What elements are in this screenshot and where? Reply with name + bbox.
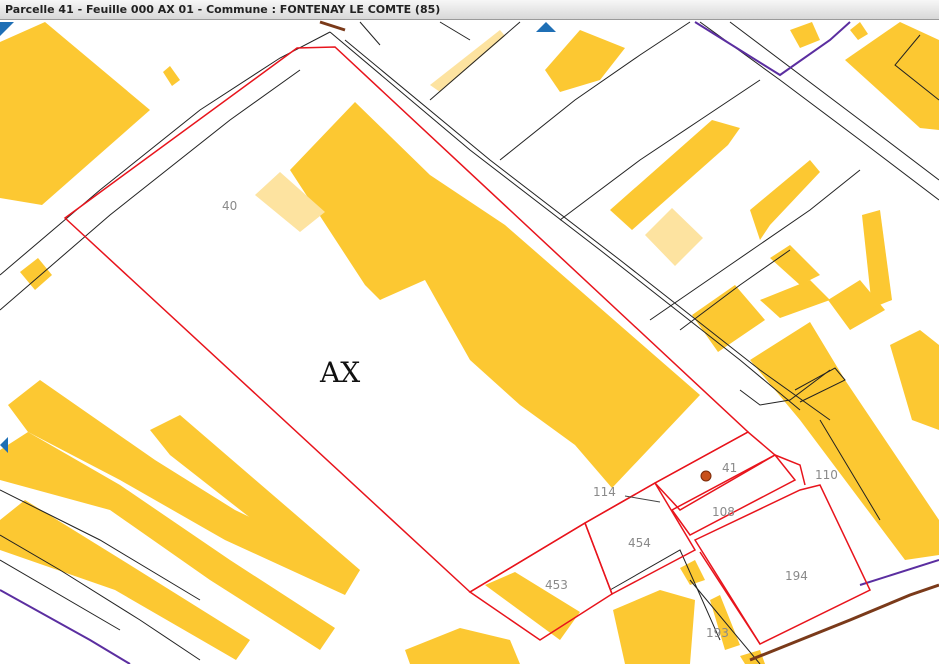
parcel-label-110: 110 [815,468,838,482]
building [790,22,820,48]
parcel-label-40: 40 [222,199,237,213]
building [613,590,695,664]
building [20,258,52,290]
building [770,245,820,285]
parcel-marker [700,470,712,482]
parcel-40-outline [63,46,750,593]
building-light [430,30,505,92]
building [163,66,180,86]
pan-north-arrow[interactable] [536,22,556,32]
building [405,628,520,664]
parcel-41-outline [653,431,777,511]
building [0,22,150,205]
parcel-label-453: 453 [545,578,568,592]
leader-line-114 [624,495,661,503]
cadastral-map[interactable]: AX 40 41 114 110 108 454 453 194 193 [0,20,939,664]
building [680,560,705,585]
parcel-label-41: 41 [722,461,737,475]
building [750,160,820,240]
building [545,30,625,92]
building [692,285,765,352]
parcel-label-108: 108 [712,505,735,519]
building [290,102,700,488]
parcel-label-194: 194 [785,569,808,583]
building [890,330,939,430]
parcel-label-454: 454 [628,536,651,550]
window-title: Parcelle 41 - Feuille 000 AX 01 - Commun… [0,0,939,20]
building [850,22,868,40]
building-light [645,208,703,266]
building [760,280,830,318]
section-label: AX [319,356,360,389]
pan-northwest-arrow[interactable] [0,22,14,36]
parcel-label-193: 193 [706,626,729,640]
buildings [0,22,939,664]
parcel-label-114: 114 [593,485,616,499]
